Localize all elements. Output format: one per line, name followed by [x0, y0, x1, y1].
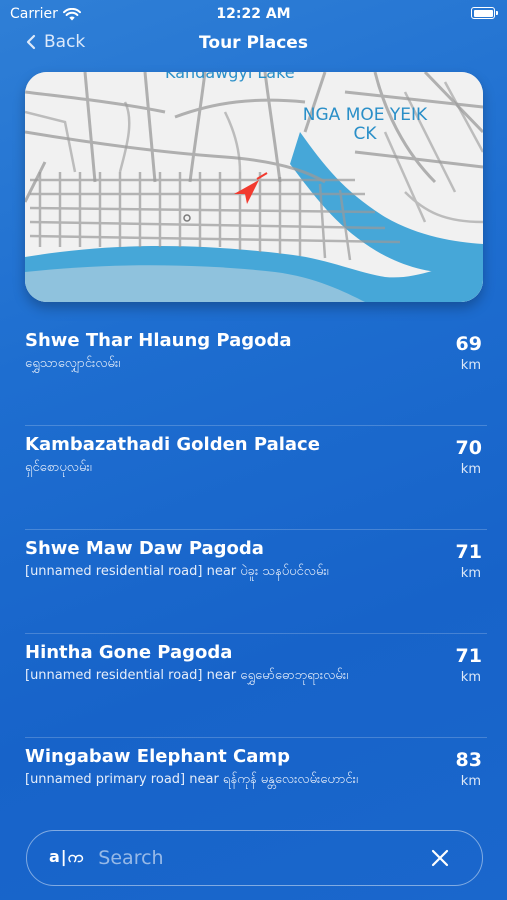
close-icon: [431, 849, 449, 867]
place-distance: 83: [455, 749, 482, 771]
distance-unit: km: [460, 566, 481, 581]
list-item[interactable]: Kambazathadi Golden Palace ရှင်စောပုလမ်း…: [0, 426, 507, 530]
distance-unit: km: [460, 670, 481, 685]
search-input[interactable]: [98, 847, 422, 869]
distance-unit: km: [460, 358, 481, 373]
place-name: Wingabaw Elephant Camp: [25, 746, 290, 767]
place-address: ရွှေသာလျှောင်းလမ်း၊: [25, 356, 121, 371]
list-item[interactable]: Wingabaw Elephant Camp [unnamed primary …: [0, 738, 507, 842]
places-list: Shwe Thar Hlaung Pagoda ရွှေသာလျှောင်းလမ…: [0, 322, 507, 842]
place-address: [unnamed residential road] near ပဲခူး သန…: [25, 564, 329, 579]
list-item[interactable]: Shwe Maw Daw Pagoda [unnamed residential…: [0, 530, 507, 634]
place-name: Shwe Maw Daw Pagoda: [25, 538, 264, 559]
language-toggle[interactable]: a|က: [49, 846, 84, 870]
battery-icon: [471, 7, 498, 19]
search-bar: a|က: [26, 830, 483, 886]
distance-unit: km: [460, 462, 481, 477]
navigation-bar: Back Tour Places: [0, 28, 507, 60]
place-name: Hintha Gone Pagoda: [25, 642, 233, 663]
clear-search-button[interactable]: [422, 840, 458, 876]
place-distance: 71: [455, 645, 482, 667]
list-item[interactable]: Hintha Gone Pagoda [unnamed residential …: [0, 634, 507, 738]
place-name: Shwe Thar Hlaung Pagoda: [25, 330, 292, 351]
place-distance: 70: [455, 437, 482, 459]
map-label-area: NGA MOE YEIK CK: [302, 105, 428, 144]
list-item[interactable]: Shwe Thar Hlaung Pagoda ရွှေသာလျှောင်းလမ…: [0, 322, 507, 426]
place-name: Kambazathadi Golden Palace: [25, 434, 320, 455]
distance-unit: km: [460, 774, 481, 789]
map-label-lake: Kandawgyi Lake: [165, 72, 295, 82]
place-address: ရှင်စောပုလမ်း၊: [25, 460, 92, 475]
page-title: Tour Places: [199, 33, 308, 53]
place-distance: 71: [455, 541, 482, 563]
status-time: 12:22 AM: [216, 6, 291, 22]
place-distance: 69: [455, 333, 482, 355]
status-bar: Carrier 12:22 AM: [0, 0, 507, 28]
place-address: [unnamed primary road] near ရန်ကုန် မန္တ…: [25, 772, 358, 787]
place-address: [unnamed residential road] near ရွှေမော်…: [25, 668, 349, 683]
map-view[interactable]: Kandawgyi Lake NGA MOE YEIK CK: [25, 72, 483, 302]
